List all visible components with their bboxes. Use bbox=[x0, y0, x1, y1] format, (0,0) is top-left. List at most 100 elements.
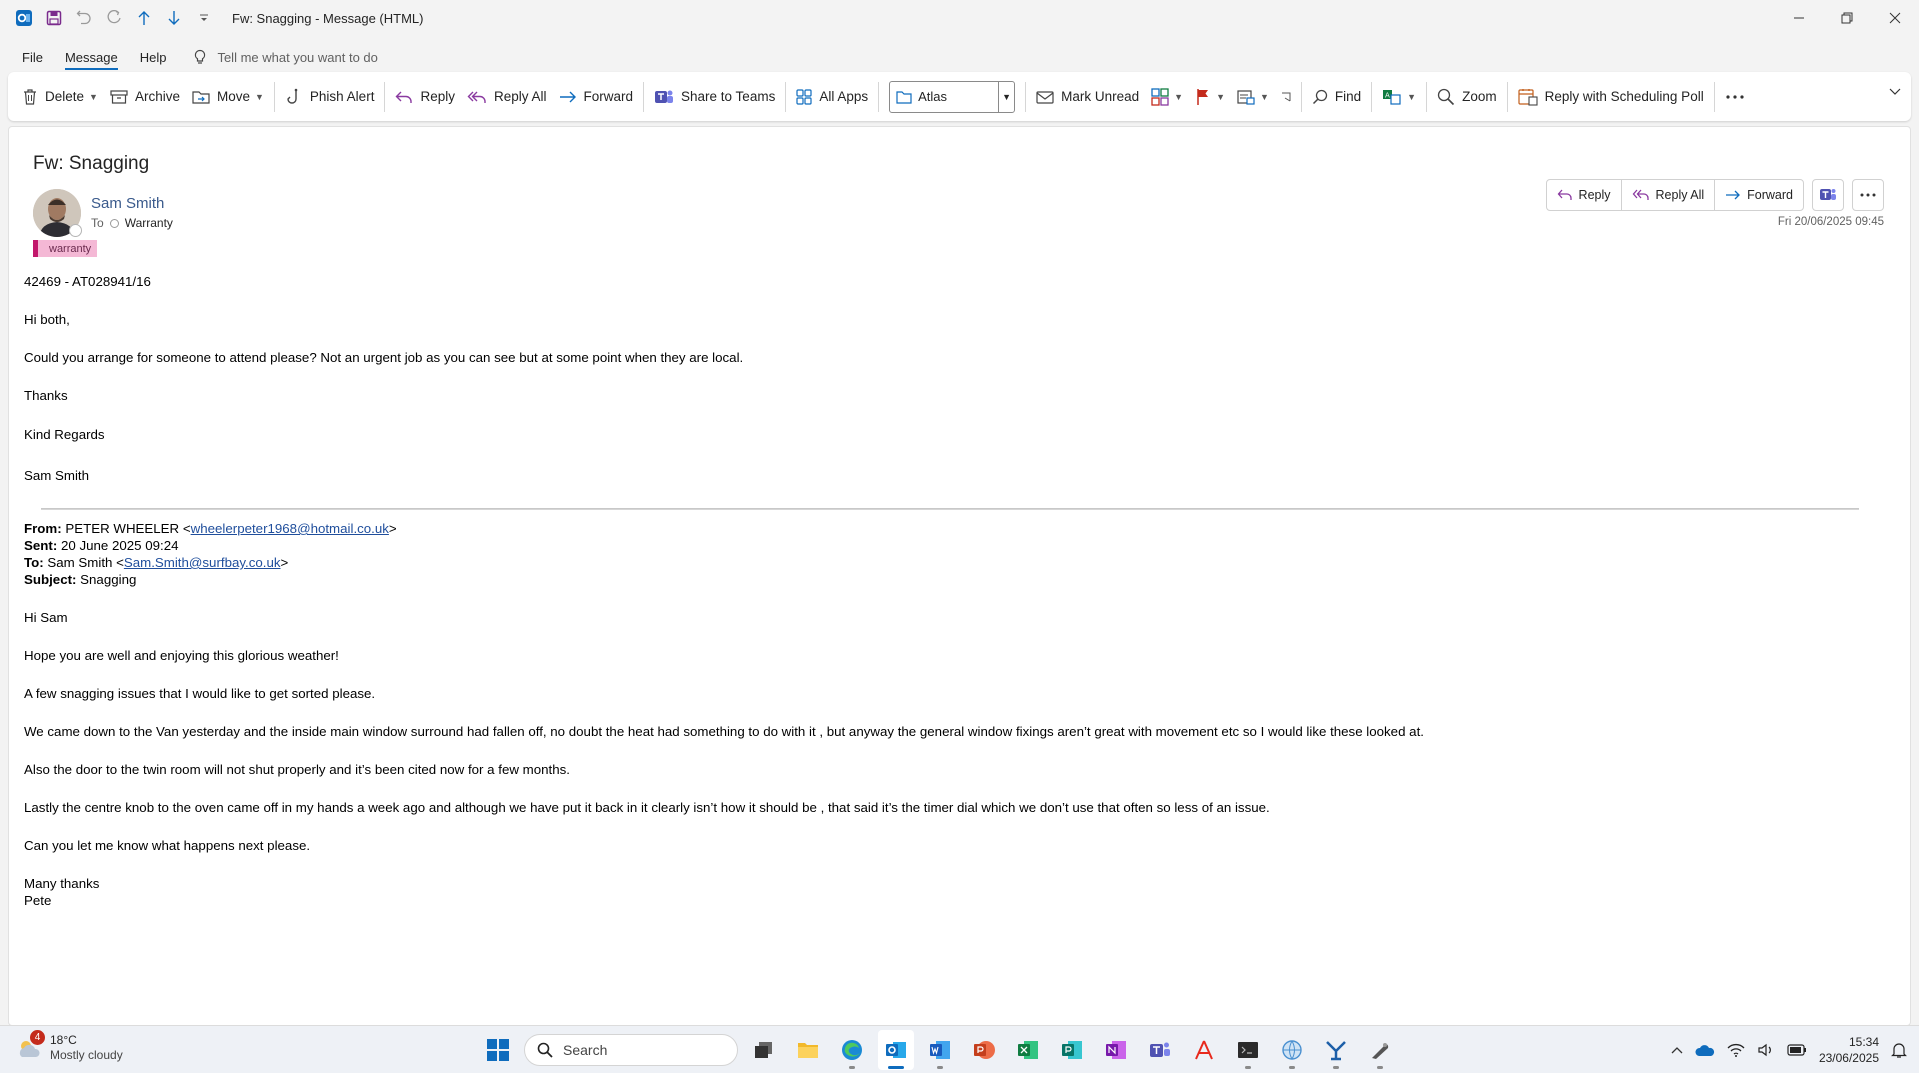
weather-widget[interactable]: 4 18°C Mostly cloudy bbox=[16, 1030, 123, 1063]
chevron-down-icon[interactable]: ▼ bbox=[1260, 92, 1269, 102]
chevron-down-icon[interactable]: ▼ bbox=[1407, 92, 1416, 102]
powerpoint-app[interactable] bbox=[966, 1030, 1002, 1070]
battery-icon[interactable] bbox=[1787, 1044, 1807, 1056]
onenote-app[interactable] bbox=[1098, 1030, 1134, 1070]
chevron-down-icon[interactable]: ▼ bbox=[1216, 92, 1225, 102]
chevron-down-icon[interactable]: ▼ bbox=[1174, 92, 1183, 102]
find-button[interactable]: Find bbox=[1306, 79, 1367, 115]
body-signature: Sam Smith bbox=[24, 468, 90, 483]
zoom-button[interactable]: Zoom bbox=[1431, 79, 1503, 115]
presence-status-icon bbox=[69, 224, 82, 237]
support-app[interactable] bbox=[1318, 1030, 1354, 1070]
forward-action-button[interactable]: Forward bbox=[1715, 180, 1803, 210]
forward-greeting: Hi Sam bbox=[24, 610, 68, 625]
search-icon bbox=[1312, 89, 1328, 105]
categorize-icon bbox=[1151, 87, 1169, 106]
globe-icon bbox=[1281, 1039, 1303, 1061]
redo-icon[interactable] bbox=[104, 8, 124, 28]
sent-label: Sent: bbox=[24, 538, 58, 553]
volume-icon[interactable] bbox=[1757, 1043, 1775, 1057]
apps-grid-icon bbox=[796, 88, 812, 105]
chevron-down-icon[interactable]: ▼ bbox=[89, 92, 98, 102]
reply-action-button[interactable]: Reply bbox=[1547, 180, 1622, 210]
teams-app[interactable] bbox=[1142, 1030, 1178, 1070]
tab-help[interactable]: Help bbox=[129, 44, 178, 70]
excel-app[interactable] bbox=[1010, 1030, 1046, 1070]
snipping-app[interactable] bbox=[1362, 1030, 1398, 1070]
chevron-down-icon[interactable]: ▼ bbox=[998, 81, 1014, 112]
clock[interactable]: 15:34 23/06/2025 bbox=[1819, 1034, 1879, 1066]
from-email-link[interactable]: wheelerpeter1968@hotmail.co.uk bbox=[191, 521, 389, 536]
more-options-button[interactable] bbox=[1719, 79, 1751, 115]
minimize-button[interactable] bbox=[1775, 0, 1823, 36]
file-explorer-app[interactable] bbox=[790, 1030, 826, 1070]
to-email-link[interactable]: Sam.Smith@surfbay.co.uk bbox=[124, 555, 281, 570]
powerpoint-icon bbox=[973, 1039, 995, 1061]
edge-app[interactable] bbox=[834, 1030, 870, 1070]
chevron-down-icon[interactable]: ▼ bbox=[255, 92, 264, 102]
reply-all-action-button[interactable]: Reply All bbox=[1622, 180, 1716, 210]
ribbon-collapse-button[interactable] bbox=[1889, 88, 1901, 96]
publisher-app[interactable] bbox=[1054, 1030, 1090, 1070]
policy-button[interactable]: ▼ bbox=[1231, 79, 1275, 115]
mark-unread-label: Mark Unread bbox=[1061, 89, 1140, 104]
reply-scheduling-poll-button[interactable]: Reply with Scheduling Poll bbox=[1512, 79, 1710, 115]
next-item-icon[interactable] bbox=[164, 8, 184, 28]
start-button[interactable] bbox=[480, 1032, 516, 1068]
quick-step-value: Atlas bbox=[918, 89, 948, 104]
undo-icon[interactable] bbox=[74, 8, 94, 28]
menu-bar: File Message Help Tell me what you want … bbox=[0, 44, 1919, 70]
tab-file[interactable]: File bbox=[11, 44, 54, 70]
quick-steps-dropdown[interactable]: Atlas ▼ bbox=[889, 80, 1016, 113]
word-app[interactable] bbox=[922, 1030, 958, 1070]
delete-button[interactable]: Delete ▼ bbox=[16, 79, 104, 115]
from-name: PETER WHEELER < bbox=[65, 521, 191, 536]
all-apps-label: All Apps bbox=[819, 89, 869, 104]
excel-icon bbox=[1017, 1039, 1039, 1061]
forward-to-line: To: Sam Smith <Sam.Smith@surfbay.co.uk> bbox=[24, 554, 1884, 571]
follow-up-button[interactable]: ▼ bbox=[1189, 79, 1231, 115]
wifi-icon[interactable] bbox=[1727, 1043, 1745, 1057]
taskbar-search[interactable]: Search bbox=[524, 1034, 738, 1066]
tell-me-label: Tell me what you want to do bbox=[217, 49, 378, 65]
acrobat-app[interactable] bbox=[1186, 1030, 1222, 1070]
forward-label: Forward bbox=[583, 89, 634, 104]
task-view-app[interactable] bbox=[746, 1030, 782, 1070]
notifications-icon[interactable] bbox=[1891, 1041, 1907, 1059]
save-icon[interactable] bbox=[44, 8, 64, 28]
received-date: Fri 20/06/2025 09:45 bbox=[1777, 216, 1884, 228]
tags-dialog-launcher[interactable] bbox=[1275, 79, 1297, 115]
restore-button[interactable] bbox=[1823, 0, 1871, 36]
message-actions: Reply Reply All Forward bbox=[1545, 179, 1884, 211]
recipient-name[interactable]: Warranty bbox=[125, 216, 173, 230]
all-apps-button[interactable]: All Apps bbox=[790, 79, 874, 115]
customize-toolbar-icon[interactable] bbox=[194, 8, 214, 28]
forward-button[interactable]: Forward bbox=[553, 79, 640, 115]
archive-button[interactable]: Archive bbox=[104, 79, 186, 115]
browser-app[interactable] bbox=[1274, 1030, 1310, 1070]
ribbon-divider bbox=[1300, 81, 1302, 112]
reply-all-button[interactable]: Reply All bbox=[461, 79, 553, 115]
categorize-button[interactable]: ▼ bbox=[1145, 79, 1189, 115]
outlook-app[interactable] bbox=[878, 1030, 914, 1070]
sender-name[interactable]: Sam Smith bbox=[91, 195, 164, 212]
translate-button[interactable]: A ▼ bbox=[1376, 79, 1422, 115]
tell-me-search[interactable]: Tell me what you want to do bbox=[193, 49, 378, 65]
to-header-label: To: bbox=[24, 555, 44, 570]
message-more-button[interactable] bbox=[1852, 179, 1884, 211]
tab-message[interactable]: Message bbox=[54, 44, 129, 70]
category-tag[interactable]: warranty bbox=[33, 240, 98, 257]
onedrive-icon[interactable] bbox=[1695, 1043, 1715, 1057]
terminal-app[interactable] bbox=[1230, 1030, 1266, 1070]
phish-alert-button[interactable]: Phish Alert bbox=[279, 79, 381, 115]
teams-chat-button[interactable] bbox=[1812, 179, 1844, 211]
reply-button[interactable]: Reply bbox=[389, 79, 461, 115]
previous-item-icon[interactable] bbox=[134, 8, 154, 28]
mark-unread-button[interactable]: Mark Unread bbox=[1030, 79, 1145, 115]
share-to-teams-button[interactable]: Share to Teams bbox=[648, 79, 781, 115]
forward-action-label: Forward bbox=[1747, 188, 1793, 202]
chevron-up-icon[interactable] bbox=[1671, 1046, 1683, 1054]
move-button[interactable]: Move ▼ bbox=[186, 79, 270, 115]
translate-icon: A bbox=[1382, 88, 1402, 106]
close-window-button[interactable] bbox=[1871, 0, 1919, 36]
